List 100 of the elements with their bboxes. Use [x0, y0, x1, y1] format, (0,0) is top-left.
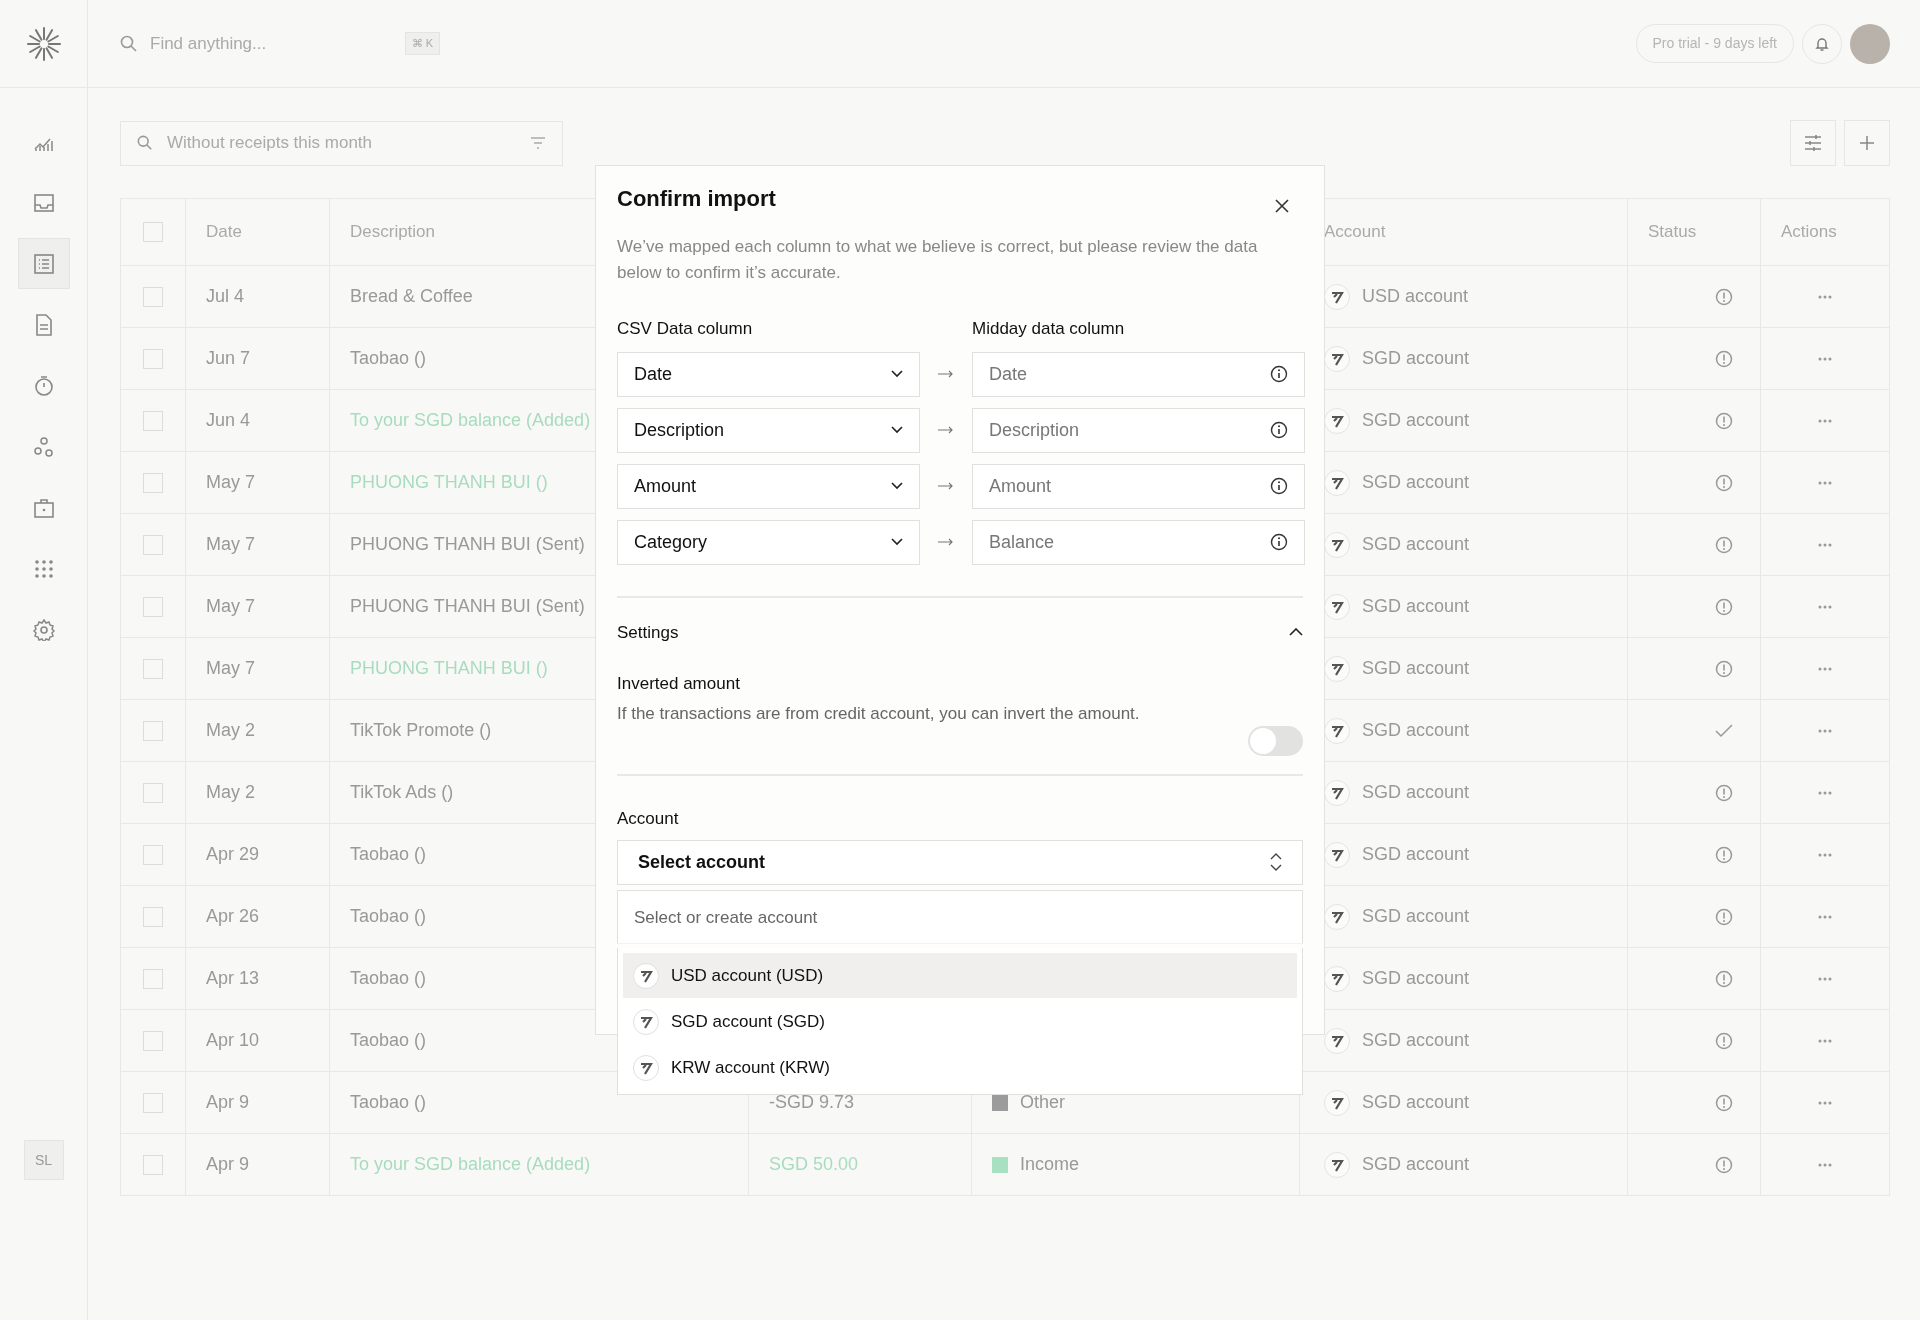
data-column-field[interactable]: Date	[972, 351, 1305, 397]
dialog-description: We’ve mapped each column to what we believe is correct, but please review the data below to confirm it’s accurate.	[617, 236, 1259, 284]
data-column-field[interactable]: Balance	[972, 519, 1305, 565]
apps-grid-icon	[32, 557, 55, 580]
row-checkbox[interactable]	[143, 286, 163, 307]
column-heading: Midday data column	[972, 318, 1126, 340]
account-text: SGD account	[1362, 843, 1470, 866]
sidebar-nav-item[interactable]	[17, 238, 70, 289]
category-text: Income	[1020, 1153, 1080, 1176]
date-text: Apr 26	[206, 905, 260, 928]
column-settings-button[interactable]	[1790, 120, 1836, 166]
setting-title: Inverted amount	[617, 673, 741, 695]
select-all-checkbox[interactable]	[143, 222, 163, 242]
global-search-field[interactable]: Find anything...	[148, 29, 395, 58]
description-text: PHUONG THANH BUI ()	[350, 471, 548, 494]
column-heading: CSV Data column	[617, 318, 754, 340]
description-text: To your SGD balance (Added)	[350, 1153, 591, 1176]
add-button[interactable]	[1844, 120, 1890, 166]
user-avatar[interactable]	[1850, 23, 1890, 64]
account-search-field[interactable]: Select or create account	[617, 889, 1303, 944]
more-options-icon[interactable]	[1818, 480, 1832, 485]
account-logo-icon	[1324, 1027, 1350, 1054]
row-checkbox[interactable]	[143, 1030, 163, 1051]
account-logo-icon	[633, 1008, 659, 1035]
row-checkbox[interactable]	[143, 596, 163, 617]
bell-icon	[1814, 35, 1830, 52]
account-text: SGD account	[1362, 719, 1470, 742]
csv-column-select[interactable]: Date	[617, 351, 920, 397]
account-option[interactable]: KRW account (KRW)	[623, 1045, 1297, 1090]
date-text: Jul 4	[206, 285, 245, 308]
more-options-icon[interactable]	[1818, 418, 1832, 423]
description-text: PHUONG THANH BUI ()	[350, 657, 548, 680]
more-options-icon[interactable]	[1818, 728, 1832, 733]
row-checkbox[interactable]	[143, 534, 163, 555]
briefcase-icon	[32, 496, 55, 519]
more-options-icon[interactable]	[1818, 1038, 1832, 1043]
account-text: USD account	[1362, 285, 1469, 308]
row-checkbox[interactable]	[143, 1154, 163, 1175]
csv-column-select[interactable]: Category	[617, 519, 920, 565]
account-text: SGD account	[1362, 781, 1470, 804]
row-checkbox[interactable]	[143, 1092, 163, 1113]
search-icon	[120, 34, 138, 53]
csv-column-select[interactable]: Description	[617, 407, 920, 453]
settings-icon	[32, 618, 55, 641]
account-text: SGD account	[1362, 657, 1470, 680]
more-options-icon[interactable]	[1818, 1100, 1832, 1105]
data-column-field[interactable]: Amount	[972, 463, 1305, 509]
more-options-icon[interactable]	[1818, 666, 1832, 671]
description-text: Taobao ()	[350, 347, 427, 370]
description-text: Taobao ()	[350, 843, 427, 866]
arrow-right-icon	[938, 538, 954, 546]
account-option[interactable]: SGD account (SGD)	[623, 999, 1297, 1044]
chevron-down-icon	[891, 482, 903, 490]
account-text: SGD account	[1362, 347, 1470, 370]
csv-column-select[interactable]: Amount	[617, 463, 920, 509]
more-options-icon[interactable]	[1818, 294, 1832, 299]
date-text: May 7	[206, 533, 256, 556]
user-initials[interactable]: SL	[23, 1140, 64, 1180]
stopwatch-icon	[32, 374, 55, 397]
row-checkbox[interactable]	[143, 410, 163, 431]
arrow-right-icon	[938, 426, 954, 434]
date-text: Jun 7	[206, 347, 251, 370]
filter-icon[interactable]	[530, 136, 546, 149]
more-options-icon[interactable]	[1818, 1162, 1832, 1167]
row-checkbox[interactable]	[143, 968, 163, 989]
account-option[interactable]: USD account (USD)	[623, 953, 1297, 998]
row-checkbox[interactable]	[143, 658, 163, 679]
account-select[interactable]: Select account	[617, 839, 1303, 885]
inverted-amount-switch[interactable]	[1248, 726, 1303, 756]
chevron-down-icon	[891, 538, 903, 546]
dialog-title: Confirm import	[617, 186, 776, 213]
description-text: To your SGD balance (Added)	[350, 409, 591, 432]
row-checkbox[interactable]	[143, 472, 163, 493]
plus-icon	[1859, 135, 1875, 151]
row-checkbox[interactable]	[143, 348, 163, 369]
account-text: SGD account	[1362, 409, 1470, 432]
list-icon	[32, 252, 55, 275]
sliders-icon	[1804, 134, 1822, 152]
account-text: SGD account	[1362, 595, 1470, 618]
more-options-icon[interactable]	[1818, 790, 1832, 795]
field-label: Account	[617, 808, 680, 830]
settings-toggle[interactable]: Settings	[617, 619, 1303, 645]
more-options-icon[interactable]	[1818, 542, 1832, 547]
more-options-icon[interactable]	[1818, 604, 1832, 609]
circles-icon	[32, 435, 55, 458]
data-column-field[interactable]: Description	[972, 407, 1305, 453]
more-options-icon[interactable]	[1818, 976, 1832, 981]
up-down-chevron-icon	[1270, 853, 1282, 871]
filter-search-field[interactable]: Without receipts this month	[120, 120, 563, 166]
more-options-icon[interactable]	[1818, 852, 1832, 857]
row-checkbox[interactable]	[143, 844, 163, 865]
inbox-icon	[32, 191, 55, 214]
row-checkbox[interactable]	[143, 782, 163, 803]
more-options-icon[interactable]	[1818, 914, 1832, 919]
row-checkbox[interactable]	[143, 906, 163, 927]
description-text: Bread & Coffee	[350, 285, 473, 308]
row-checkbox[interactable]	[143, 720, 163, 741]
date-text: Apr 29	[206, 843, 260, 866]
description-text: TikTok Promote ()	[350, 719, 492, 742]
more-options-icon[interactable]	[1818, 356, 1832, 361]
